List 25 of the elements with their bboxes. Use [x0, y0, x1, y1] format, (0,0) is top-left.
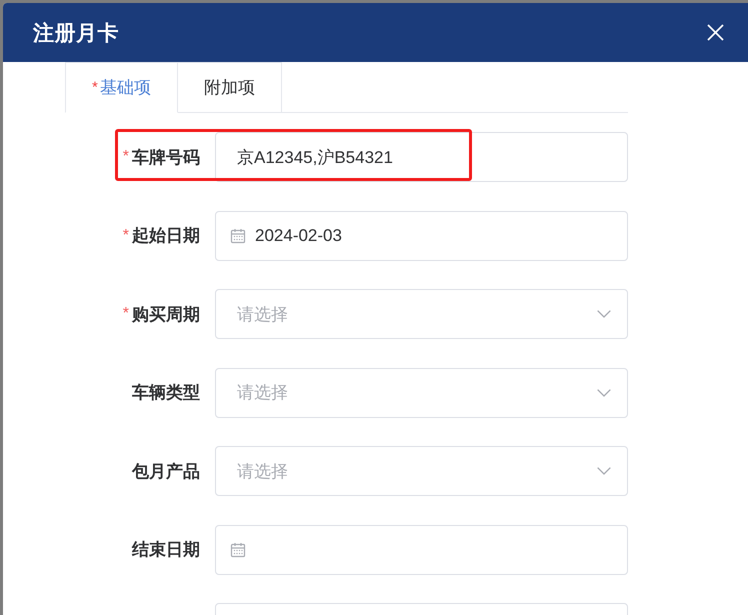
chevron-down-icon — [597, 467, 611, 475]
tab[interactable]: *基础项 — [65, 62, 178, 113]
calendar-icon — [230, 228, 246, 244]
close-button[interactable] — [707, 24, 724, 41]
select-field[interactable]: 请选择 — [215, 368, 628, 418]
text-input[interactable]: 京A12345,沪B54321 — [215, 132, 628, 182]
date-picker[interactable]: 2024-02-03 — [215, 210, 628, 260]
tab[interactable]: 附加项 — [176, 62, 282, 112]
close-icon — [707, 24, 724, 41]
calendar-icon — [230, 542, 246, 558]
field-label: 包月产品 — [132, 460, 200, 482]
chevron-down-icon — [597, 388, 611, 396]
required-asterisk: * — [122, 148, 129, 166]
select-field[interactable]: 请选择 — [215, 446, 628, 496]
field-label: 结束日期 — [132, 539, 200, 561]
chevron-down-icon — [597, 310, 611, 318]
field-label: 车辆类型 — [132, 382, 200, 404]
required-asterisk: * — [122, 226, 129, 244]
required-asterisk: * — [122, 305, 129, 323]
field-label: 车牌号码 — [132, 146, 200, 168]
field-label: 购买周期 — [132, 304, 200, 326]
date-picker[interactable] — [215, 524, 628, 574]
field-label: 起始日期 — [132, 225, 200, 247]
select-field[interactable]: 请选择 — [215, 289, 628, 339]
dialog-title: 注册月卡 — [33, 20, 119, 46]
